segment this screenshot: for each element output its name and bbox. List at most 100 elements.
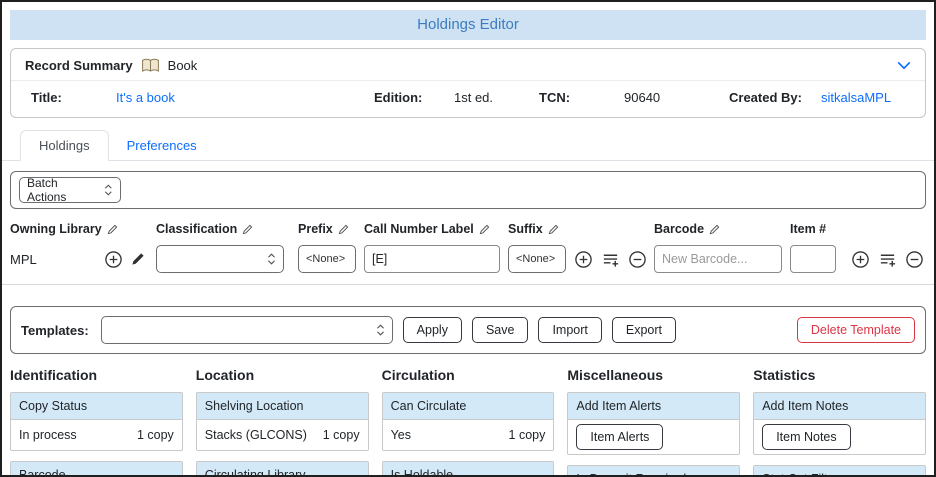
batch-edit-barcode-icon[interactable] — [709, 224, 720, 235]
attr-column-title: Circulation — [381, 367, 455, 383]
batch-actions-label: Batch Actions — [27, 176, 67, 204]
attr-card-header: Is Deposit Required — [568, 466, 740, 475]
book-icon — [141, 58, 160, 73]
export-template-button[interactable]: Export — [611, 317, 677, 343]
tab-holdings[interactable]: Holdings — [20, 130, 109, 161]
add-many-items-icon[interactable] — [601, 250, 620, 269]
attr-card-header: Add Item Notes — [754, 393, 925, 420]
edit-pencil-icon[interactable] — [130, 251, 146, 267]
attr-column-location: Location Shelving Location Stacks (GLCON… — [195, 367, 369, 475]
copy-count-badge: 1 copy — [322, 428, 360, 442]
record-summary-header: Record Summary Book — [11, 49, 925, 81]
template-select[interactable] — [100, 316, 393, 344]
created-by-label: Created By: — [729, 90, 802, 105]
title-link[interactable]: It's a book — [116, 90, 374, 105]
call-number-input[interactable] — [364, 245, 500, 273]
copy-count-badge: 1 copy — [136, 428, 174, 442]
save-template-button[interactable]: Save — [471, 317, 529, 343]
record-summary-fields: Title: It's a book Edition: 1st ed. TCN:… — [11, 81, 925, 117]
add-call-number-icon[interactable] — [104, 250, 123, 269]
attr-column-title: Location — [195, 367, 255, 383]
prefix-select[interactable]: <None> — [298, 245, 356, 273]
suffix-value: <None> — [516, 253, 556, 265]
batch-edit-call-number-icon[interactable] — [479, 224, 490, 235]
record-summary: Record Summary Book Title: It's a book E… — [10, 48, 926, 118]
batch-actions-select[interactable]: Batch Actions — [19, 176, 121, 204]
page-title: Holdings Editor — [10, 10, 926, 40]
record-type-label: Book — [167, 58, 198, 73]
remove-call-number-icon[interactable] — [628, 250, 647, 269]
item-notes-button[interactable]: Item Notes — [762, 424, 851, 450]
suffix-header: Suffix — [508, 222, 543, 236]
apply-template-button[interactable]: Apply — [402, 317, 462, 343]
attr-card-header: Shelving Location — [196, 393, 368, 420]
add-barcode-icon[interactable] — [851, 250, 870, 269]
templates-bar: Templates: Apply Save Import Export Dele… — [10, 306, 926, 354]
attr-card-barcode: Barcode <Unset> 1 copy — [10, 461, 183, 475]
title-label: Title: — [31, 90, 62, 105]
barcode-header: Barcode — [654, 222, 705, 236]
delete-template-button[interactable]: Delete Template — [796, 317, 915, 343]
edition-label: Edition: — [374, 90, 423, 105]
attr-card-body[interactable]: Yes 1 copy — [383, 420, 554, 450]
attr-value: Yes — [390, 428, 411, 442]
spinner-icon — [105, 184, 113, 196]
attr-column-statistics: Statistics Add Item Notes Item Notes Sta… — [753, 367, 926, 475]
tab-preferences[interactable]: Preferences — [109, 131, 215, 160]
templates-label: Templates: — [21, 322, 89, 338]
attr-column-title: Miscellaneous — [567, 367, 664, 383]
tcn-value: 90640 — [624, 90, 661, 105]
spinner-icon — [268, 253, 275, 265]
barcode-input[interactable] — [654, 245, 782, 273]
batch-edit-suffix-icon[interactable] — [548, 224, 559, 235]
created-by-link[interactable]: sitkalsaMPL — [821, 90, 911, 105]
attr-column-identification: Identification Copy Status In process 1 … — [10, 367, 183, 475]
record-summary-label: Record Summary — [25, 58, 133, 73]
attr-card-header: Barcode — [11, 462, 182, 475]
classification-select[interactable] — [156, 245, 284, 273]
attributes-section: Identification Copy Status In process 1 … — [10, 367, 926, 475]
item-number-header: Item # — [790, 222, 827, 236]
attr-card-header: Stat Cat Filter — [754, 466, 925, 475]
prefix-header: Prefix — [298, 222, 333, 236]
prefix-value: <None> — [306, 253, 346, 265]
edition-value: 1st ed. — [454, 90, 494, 105]
holdings-grid-headers: Owning Library Classification Prefix Cal… — [2, 222, 934, 236]
attr-column-circulation: Circulation Can Circulate Yes 1 copy Is … — [381, 367, 555, 475]
call-number-label-header: Call Number Label — [364, 222, 474, 236]
remove-item-icon[interactable] — [905, 250, 924, 269]
item-alerts-button[interactable]: Item Alerts — [576, 424, 664, 450]
attr-card-can-circulate: Can Circulate Yes 1 copy — [381, 392, 555, 451]
tcn-label: TCN: — [539, 90, 571, 105]
add-many-barcodes-icon[interactable] — [878, 250, 897, 269]
batch-edit-classification-icon[interactable] — [242, 224, 253, 235]
item-number-input[interactable] — [790, 245, 836, 273]
attr-column-title: Statistics — [753, 367, 816, 383]
tab-bar: Holdings Preferences — [2, 130, 934, 161]
attr-card-header: Circulating Library — [196, 462, 368, 475]
attr-card-copy-status: Copy Status In process 1 copy — [10, 392, 183, 451]
attr-column-title: Identification — [10, 367, 98, 383]
attr-card-header: Is Holdable — [382, 462, 554, 475]
spinner-icon — [376, 324, 384, 336]
import-template-button[interactable]: Import — [538, 317, 602, 343]
attr-card-body[interactable]: In process 1 copy — [11, 420, 182, 450]
owning-library-value: MPL — [10, 251, 37, 267]
attr-card-body[interactable]: Stacks (GLCONS) 1 copy — [197, 420, 368, 450]
batch-edit-prefix-icon[interactable] — [338, 224, 349, 235]
attr-card-is-deposit-required: Is Deposit Required No 1 copy — [567, 465, 741, 475]
attr-card-header: Can Circulate — [382, 393, 554, 420]
add-item-icon[interactable] — [574, 250, 593, 269]
holdings-row: MPL <None> <None> — [2, 236, 934, 285]
attr-card-shelving-location: Shelving Location Stacks (GLCONS) 1 copy — [195, 392, 369, 451]
attr-card-header: Add Item Alerts — [568, 393, 740, 420]
owning-library-header: Owning Library — [10, 222, 102, 236]
holdings-editor-page: Holdings Editor Record Summary Book Titl… — [0, 0, 936, 477]
attr-value: In process — [19, 428, 77, 442]
attr-card-header: Copy Status — [11, 393, 182, 420]
attr-card-stat-cat-filter: Stat Cat Filter — [753, 465, 926, 475]
suffix-select[interactable]: <None> — [508, 245, 566, 273]
chevron-down-icon[interactable] — [897, 61, 911, 71]
attr-card-circulating-library: Circulating Library MPL 1 copy — [195, 461, 369, 475]
batch-edit-owning-library-icon[interactable] — [107, 224, 118, 235]
